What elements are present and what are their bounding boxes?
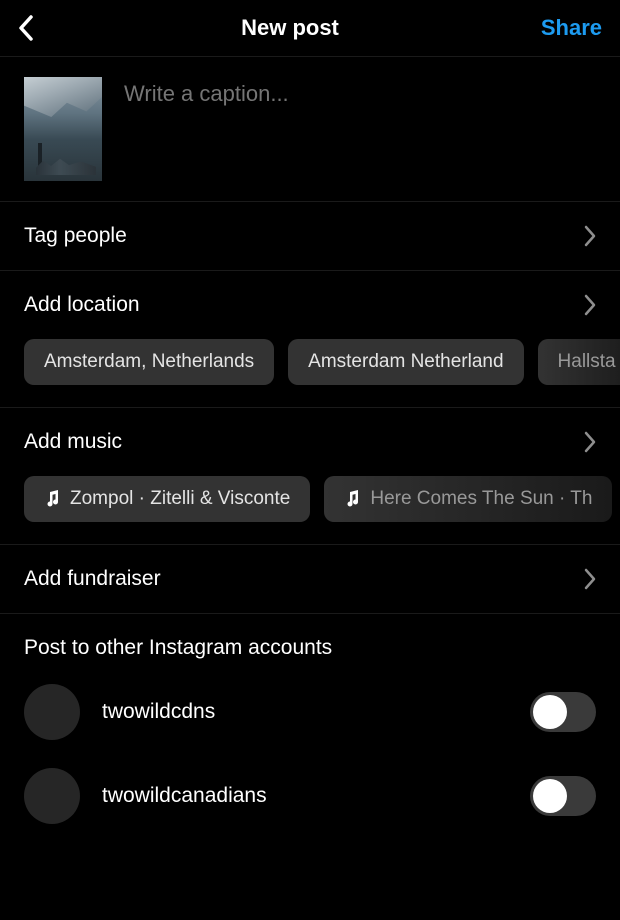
add-location-section: Add location Amsterdam, Netherlands Amst… bbox=[0, 270, 620, 407]
add-location-row[interactable]: Add location bbox=[0, 271, 620, 339]
chevron-right-icon bbox=[584, 225, 596, 247]
add-fundraiser-section: Add fundraiser bbox=[0, 544, 620, 613]
tag-people-label: Tag people bbox=[24, 224, 127, 248]
music-note-icon bbox=[344, 490, 360, 508]
tag-people-section: Tag people bbox=[0, 201, 620, 270]
add-fundraiser-label: Add fundraiser bbox=[24, 567, 161, 591]
account-username: twowildcdns bbox=[102, 700, 215, 724]
account-toggle[interactable] bbox=[530, 776, 596, 816]
chevron-right-icon bbox=[584, 431, 596, 453]
music-chip-label: Here Comes The Sun · Th bbox=[370, 488, 592, 510]
avatar bbox=[24, 684, 80, 740]
account-username: twowildcanadians bbox=[102, 784, 267, 808]
account-row: twowildcanadians bbox=[0, 754, 620, 838]
location-chip[interactable]: Amsterdam Netherland bbox=[288, 339, 523, 385]
crosspost-heading: Post to other Instagram accounts bbox=[0, 614, 620, 670]
post-thumbnail[interactable] bbox=[24, 77, 102, 181]
location-suggestions: Amsterdam, Netherlands Amsterdam Netherl… bbox=[0, 339, 620, 407]
page-title: New post bbox=[58, 15, 522, 41]
music-suggestions: Zompol · Zitelli & Visconte Here Comes T… bbox=[0, 476, 620, 544]
crosspost-section: Post to other Instagram accounts twowild… bbox=[0, 613, 620, 838]
location-chip[interactable]: Hallsta bbox=[538, 339, 620, 385]
toggle-knob bbox=[533, 695, 567, 729]
chevron-left-icon bbox=[18, 14, 34, 42]
caption-input[interactable] bbox=[124, 77, 596, 107]
chevron-right-icon bbox=[584, 568, 596, 590]
music-note-icon bbox=[44, 490, 60, 508]
add-location-label: Add location bbox=[24, 293, 140, 317]
account-row: twowildcdns bbox=[0, 670, 620, 754]
toggle-knob bbox=[533, 779, 567, 813]
add-fundraiser-row[interactable]: Add fundraiser bbox=[0, 545, 620, 613]
account-toggle[interactable] bbox=[530, 692, 596, 732]
header: New post Share bbox=[0, 0, 620, 57]
add-music-label: Add music bbox=[24, 430, 122, 454]
music-chip[interactable]: Here Comes The Sun · Th bbox=[324, 476, 612, 522]
add-music-row[interactable]: Add music bbox=[0, 408, 620, 476]
avatar bbox=[24, 768, 80, 824]
caption-area bbox=[0, 57, 620, 201]
share-button[interactable]: Share bbox=[522, 15, 602, 41]
location-chip[interactable]: Amsterdam, Netherlands bbox=[24, 339, 274, 385]
back-button[interactable] bbox=[18, 14, 58, 42]
add-music-section: Add music Zompol · Zitelli & Visconte He… bbox=[0, 407, 620, 544]
chevron-right-icon bbox=[584, 294, 596, 316]
tag-people-row[interactable]: Tag people bbox=[0, 202, 620, 270]
music-chip-label: Zompol · Zitelli & Visconte bbox=[70, 488, 290, 510]
music-chip[interactable]: Zompol · Zitelli & Visconte bbox=[24, 476, 310, 522]
